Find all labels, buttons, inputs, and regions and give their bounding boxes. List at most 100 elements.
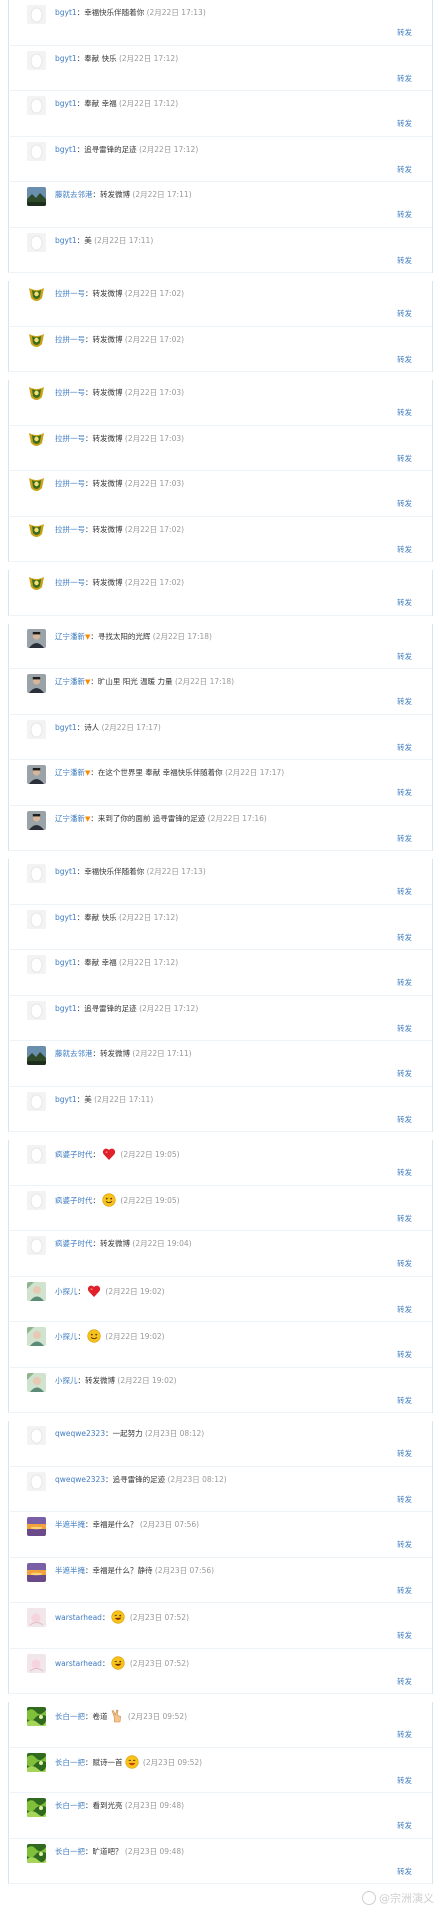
- user-avatar[interactable]: [27, 864, 46, 883]
- forward-link[interactable]: 转发: [397, 164, 412, 175]
- forward-link[interactable]: 转发: [397, 1114, 412, 1125]
- username-link[interactable]: bgyt1: [55, 145, 77, 154]
- user-avatar[interactable]: [27, 1707, 46, 1726]
- forward-link[interactable]: 转发: [397, 787, 412, 798]
- forward-link[interactable]: 转发: [397, 1448, 412, 1459]
- user-avatar[interactable]: [27, 719, 46, 739]
- user-avatar[interactable]: [27, 286, 46, 305]
- forward-link[interactable]: 转发: [397, 27, 412, 38]
- username-link[interactable]: 拉拼一号: [55, 335, 85, 344]
- forward-link[interactable]: 转发: [397, 1068, 412, 1079]
- username-link[interactable]: bgyt1: [55, 867, 77, 876]
- username-link[interactable]: 小探儿: [55, 1376, 78, 1385]
- user-avatar[interactable]: [27, 1372, 46, 1392]
- user-avatar[interactable]: [27, 1471, 46, 1491]
- forward-link[interactable]: 转发: [397, 544, 412, 555]
- forward-link[interactable]: 转发: [397, 1167, 412, 1178]
- forward-link[interactable]: 转发: [397, 1023, 412, 1034]
- user-avatar[interactable]: [27, 1653, 46, 1673]
- username-link[interactable]: 辽宁潘新: [55, 768, 85, 777]
- user-avatar[interactable]: [27, 141, 46, 161]
- forward-link[interactable]: 转发: [397, 255, 412, 266]
- user-avatar[interactable]: [27, 575, 46, 594]
- user-avatar[interactable]: [27, 765, 46, 784]
- username-link[interactable]: 辽宁潘新: [55, 814, 85, 823]
- forward-link[interactable]: 转发: [397, 932, 412, 943]
- user-avatar[interactable]: [27, 430, 46, 450]
- username-link[interactable]: 辽宁潘新: [55, 632, 85, 641]
- user-avatar[interactable]: [27, 232, 46, 252]
- forward-link[interactable]: 转发: [397, 308, 412, 319]
- user-avatar[interactable]: [27, 1190, 46, 1210]
- username-link[interactable]: bgyt1: [55, 723, 77, 732]
- forward-link[interactable]: 转发: [397, 209, 412, 220]
- forward-link[interactable]: 转发: [397, 118, 412, 129]
- user-avatar[interactable]: [27, 1426, 46, 1445]
- user-avatar[interactable]: [27, 1608, 46, 1627]
- forward-link[interactable]: 转发: [397, 1395, 412, 1406]
- user-avatar[interactable]: [27, 50, 46, 70]
- forward-link[interactable]: 转发: [397, 1630, 412, 1641]
- user-avatar[interactable]: [27, 1046, 46, 1065]
- forward-link[interactable]: 转发: [397, 453, 412, 464]
- user-avatar[interactable]: [27, 385, 46, 404]
- username-link[interactable]: 长白一把: [55, 1801, 85, 1810]
- username-link[interactable]: bgyt1: [55, 913, 77, 922]
- user-avatar[interactable]: [27, 1145, 46, 1164]
- username-link[interactable]: 长白一把: [55, 1712, 85, 1721]
- username-link[interactable]: 拉拼一号: [55, 388, 85, 397]
- username-link[interactable]: 拉拼一号: [55, 479, 85, 488]
- user-avatar[interactable]: [27, 909, 46, 929]
- username-link[interactable]: 长白一把: [55, 1758, 85, 1767]
- username-link[interactable]: bgyt1: [55, 236, 77, 245]
- username-link[interactable]: 小探儿: [55, 1287, 78, 1296]
- user-avatar[interactable]: [27, 1091, 46, 1111]
- forward-link[interactable]: 转发: [397, 1494, 412, 1505]
- forward-link[interactable]: 转发: [397, 742, 412, 753]
- username-link[interactable]: 拉拼一号: [55, 578, 85, 587]
- forward-link[interactable]: 转发: [397, 1349, 412, 1360]
- user-avatar[interactable]: [27, 476, 46, 495]
- username-link[interactable]: bgyt1: [55, 1095, 77, 1104]
- user-avatar[interactable]: [27, 187, 46, 206]
- username-link[interactable]: warstarhead: [55, 1613, 102, 1622]
- username-link[interactable]: 小探儿: [55, 1332, 78, 1341]
- user-avatar[interactable]: [27, 1562, 46, 1582]
- username-link[interactable]: 疯婆子时代: [55, 1196, 93, 1205]
- forward-link[interactable]: 转发: [397, 1304, 412, 1315]
- user-avatar[interactable]: [27, 1798, 46, 1817]
- forward-link[interactable]: 转发: [397, 1729, 412, 1740]
- user-avatar[interactable]: [27, 96, 46, 115]
- username-link[interactable]: 长白一把: [55, 1847, 85, 1856]
- forward-link[interactable]: 转发: [397, 1676, 412, 1687]
- username-link[interactable]: qweqwe2323: [55, 1475, 105, 1484]
- forward-link[interactable]: 转发: [397, 1213, 412, 1224]
- user-avatar[interactable]: [27, 810, 46, 830]
- forward-link[interactable]: 转发: [397, 886, 412, 897]
- username-link[interactable]: bgyt1: [55, 8, 77, 17]
- user-avatar[interactable]: [27, 1236, 46, 1255]
- user-avatar[interactable]: [27, 1327, 46, 1346]
- user-avatar[interactable]: [27, 628, 46, 648]
- username-link[interactable]: qweqwe2323: [55, 1429, 105, 1438]
- user-avatar[interactable]: [27, 5, 46, 24]
- username-link[interactable]: 半遮半掩: [55, 1566, 85, 1575]
- forward-link[interactable]: 转发: [397, 1866, 412, 1877]
- user-avatar[interactable]: [27, 331, 46, 351]
- forward-link[interactable]: 转发: [397, 407, 412, 418]
- forward-link[interactable]: 转发: [397, 1585, 412, 1596]
- username-link[interactable]: 疯婆子时代: [55, 1150, 93, 1159]
- user-avatar[interactable]: [27, 1843, 46, 1863]
- username-link[interactable]: 半遮半掩: [55, 1520, 85, 1529]
- forward-link[interactable]: 转发: [397, 73, 412, 84]
- user-avatar[interactable]: [27, 1517, 46, 1536]
- username-link[interactable]: bgyt1: [55, 99, 77, 108]
- username-link[interactable]: 拉拼一号: [55, 289, 85, 298]
- username-link[interactable]: bgyt1: [55, 958, 77, 967]
- user-avatar[interactable]: [27, 1281, 46, 1301]
- forward-link[interactable]: 转发: [397, 833, 412, 844]
- user-avatar[interactable]: [27, 955, 46, 974]
- user-avatar[interactable]: [27, 674, 46, 693]
- username-link[interactable]: 拉拼一号: [55, 525, 85, 534]
- username-link[interactable]: 藤就去邻港: [55, 190, 93, 199]
